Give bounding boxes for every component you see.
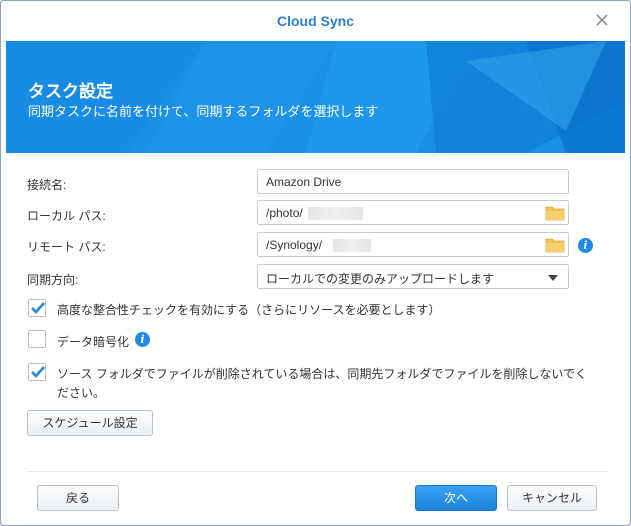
banner-subtitle: 同期タスクに名前を付けて、同期するフォルダを選択します	[28, 104, 379, 119]
connection-name-value: Amazon Drive	[266, 175, 342, 189]
keep-deleted-checkbox[interactable]	[28, 363, 46, 381]
next-button[interactable]: 次へ	[415, 485, 497, 511]
schedule-button[interactable]: スケジュール設定	[27, 410, 153, 436]
redacted-text	[308, 207, 363, 220]
sync-direction-select[interactable]: ローカルでの変更のみアップロードします	[257, 264, 569, 289]
encryption-label: データ暗号化	[57, 335, 130, 349]
advanced-check-checkbox[interactable]	[28, 299, 46, 317]
remote-path-input[interactable]: /Synology/	[257, 232, 569, 257]
local-path-label: ローカル パス:	[27, 209, 106, 223]
checkmark-icon	[31, 302, 45, 314]
sync-direction-label: 同期方向:	[27, 273, 79, 287]
connection-name-label: 接続名:	[27, 178, 67, 192]
divider	[27, 471, 607, 472]
keep-deleted-label-line1: ソース フォルダでファイルが削除されている場合は、同期先フォルダでファイルを削除…	[57, 367, 588, 381]
local-path-input[interactable]: /photo/	[257, 200, 569, 225]
cloud-sync-dialog: Cloud Sync タスク設定 同期タスクに名前を付けて、同期するフォルダを選…	[0, 0, 631, 526]
folder-icon[interactable]	[545, 236, 565, 253]
chevron-down-icon	[548, 275, 558, 281]
advanced-check-label: 高度な整合性チェックを有効にする（さらにリソースを必要とします）	[57, 303, 441, 317]
remote-path-value: /Synology/	[266, 238, 323, 252]
close-icon[interactable]	[592, 10, 612, 30]
sync-direction-value: ローカルでの変更のみアップロードします	[266, 272, 495, 286]
connection-name-input[interactable]: Amazon Drive	[257, 169, 569, 194]
remote-path-label: リモート パス:	[27, 240, 106, 254]
cancel-button[interactable]: キャンセル	[507, 485, 597, 511]
banner-title: タスク設定	[28, 82, 113, 101]
local-path-value: /photo/	[266, 206, 303, 220]
folder-icon[interactable]	[545, 204, 565, 221]
info-icon[interactable]: i	[578, 238, 593, 253]
keep-deleted-label-line2: ださい。	[57, 386, 106, 400]
encryption-checkbox[interactable]	[28, 330, 46, 348]
info-icon[interactable]: i	[135, 332, 150, 347]
window-title: Cloud Sync	[276, 13, 354, 29]
header-banner: タスク設定 同期タスクに名前を付けて、同期するフォルダを選択します	[6, 41, 625, 153]
title-bar: Cloud Sync	[1, 1, 630, 42]
back-button[interactable]: 戻る	[37, 485, 119, 511]
checkmark-icon	[31, 366, 45, 378]
redacted-text	[333, 239, 371, 252]
